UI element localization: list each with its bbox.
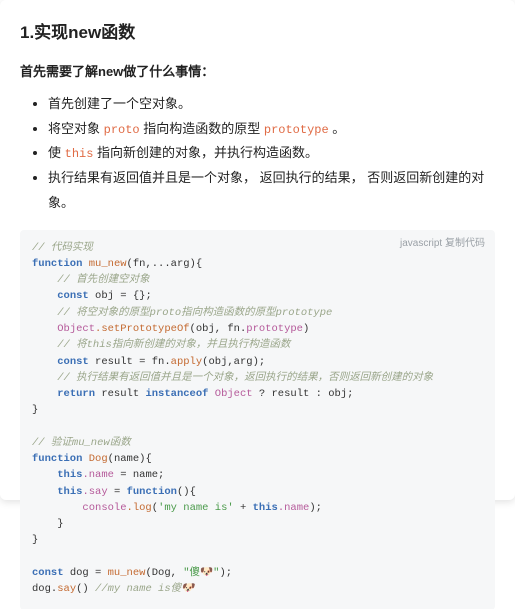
list-item: 使 this 指向新创建的对象，并执行构造函数。 xyxy=(48,141,495,166)
code-comment: // 将this指向新创建的对象，并且执行构造函数 xyxy=(32,337,483,353)
list-item: 首先创建了一个空对象。 xyxy=(48,92,495,117)
code-line: this.say = function(){ xyxy=(32,484,483,500)
code-line: const dog = mu_new(Dog, "傻🐶"); xyxy=(32,565,483,581)
code-comment: // 将空对象的原型proto指向构造函数的原型prototype xyxy=(32,305,483,321)
inline-code: this xyxy=(65,147,94,161)
code-line: const obj = {}; xyxy=(32,288,483,304)
code-line: dog.say() //my name is傻🐶 xyxy=(32,581,483,597)
bullet-text: 执行结果有返回值并且是一个对象， 返回执行的结果， 否则返回新创建的对象。 xyxy=(48,170,484,210)
list-item: 执行结果有返回值并且是一个对象， 返回执行的结果， 否则返回新创建的对象。 xyxy=(48,166,495,215)
code-line: } xyxy=(32,532,483,548)
code-line: const result = fn.apply(obj,arg); xyxy=(32,354,483,370)
code-line: } xyxy=(32,402,483,418)
code-line: function Dog(name){ xyxy=(32,451,483,467)
code-line: console.log('my name is' + this.name); xyxy=(32,500,483,516)
code-line: function mu_new(fn,...arg){ xyxy=(32,256,483,272)
code-block: javascript 复制代码 // 代码实现 function mu_new(… xyxy=(20,230,495,609)
code-line: return result instanceof Object ? result… xyxy=(32,386,483,402)
code-line: } xyxy=(32,516,483,532)
code-header: javascript 复制代码 xyxy=(400,236,485,252)
code-lang: javascript xyxy=(400,238,442,249)
bullet-text: 首先创建了一个空对象。 xyxy=(48,96,191,111)
inline-code: proto xyxy=(104,123,140,137)
page-title: 1.实现new函数 xyxy=(20,18,495,43)
code-line: this.name = name; xyxy=(32,467,483,483)
copy-code-button[interactable]: 复制代码 xyxy=(445,238,485,249)
list-item: 将空对象 proto 指向构造函数的原型 prototype 。 xyxy=(48,117,495,142)
bullet-text: 。 xyxy=(329,121,346,136)
bullet-text: 使 xyxy=(48,145,65,160)
code-comment: // 验证mu_new函数 xyxy=(32,435,483,451)
bullet-list: 首先创建了一个空对象。 将空对象 proto 指向构造函数的原型 prototy… xyxy=(20,92,495,216)
code-line xyxy=(32,549,483,565)
bullet-text: 指向新创建的对象，并执行构造函数。 xyxy=(93,145,318,160)
inline-code: prototype xyxy=(264,123,329,137)
code-comment: // 执行结果有返回值并且是一个对象，返回执行的结果，否则返回新创建的对象 xyxy=(32,370,483,386)
bullet-text: 将空对象 xyxy=(48,121,104,136)
intro-text: 首先需要了解new做了什么事情： xyxy=(20,61,495,80)
code-line xyxy=(32,419,483,435)
code-line: Object.setPrototypeOf(obj, fn.prototype) xyxy=(32,321,483,337)
code-comment: // 首先创建空对象 xyxy=(32,272,483,288)
bullet-text: 指向构造函数的原型 xyxy=(140,121,264,136)
